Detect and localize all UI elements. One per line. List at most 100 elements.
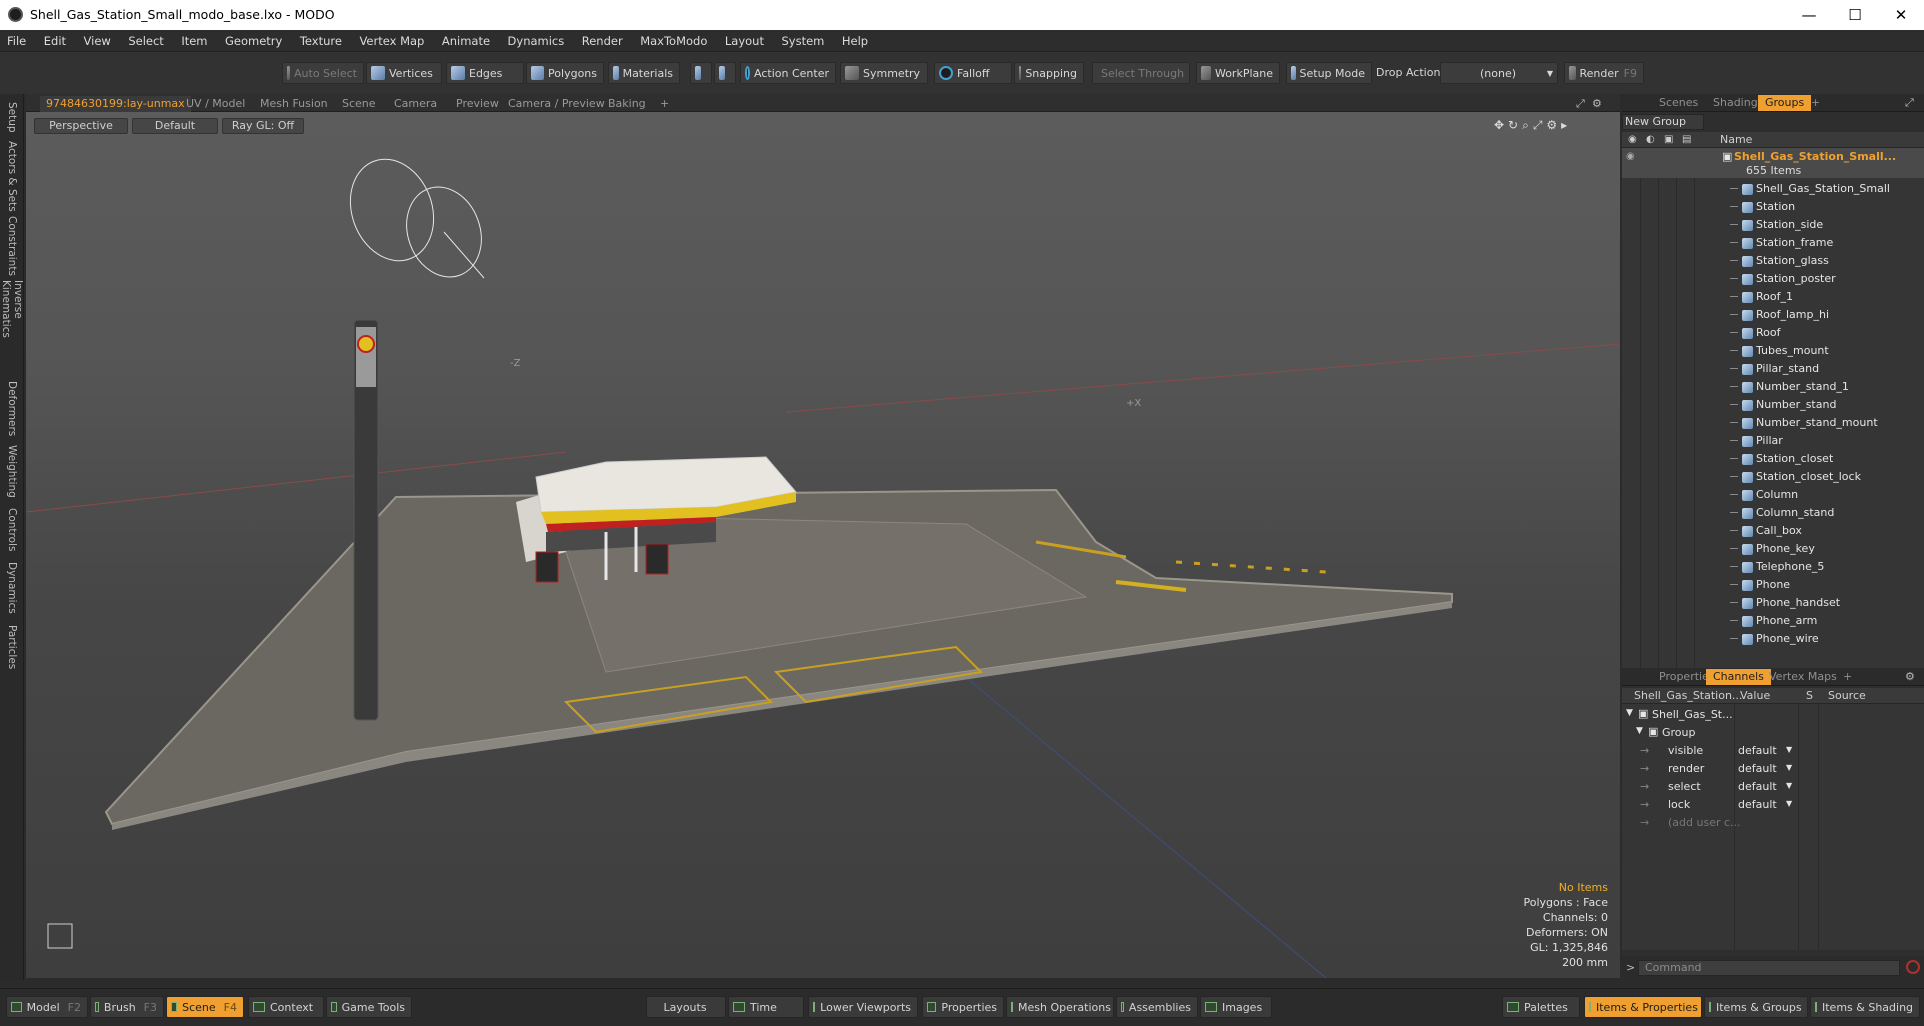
add-tab-button[interactable]: + <box>654 96 675 112</box>
vtab-setup[interactable]: Setup <box>2 98 22 136</box>
select-through-button[interactable]: Select Through <box>1092 62 1190 84</box>
render-toggle-icon[interactable]: ◐ <box>1646 134 1655 145</box>
list-item[interactable]: Station_side <box>1622 216 1924 234</box>
add-user-channel[interactable]: → (add user c... <box>1622 814 1924 832</box>
menu-help[interactable]: Help <box>835 30 875 52</box>
vtab-constraints[interactable]: Constraints <box>2 216 22 276</box>
channel-row-visible[interactable]: → visible default ▼ <box>1622 742 1924 760</box>
items-shading-button[interactable]: Items & Shading <box>1810 996 1920 1018</box>
images-button[interactable]: Images <box>1200 996 1272 1018</box>
add-tab-button[interactable]: + <box>1804 95 1827 111</box>
select-mode-b-button[interactable] <box>714 62 736 84</box>
channel-group-row[interactable]: ▼ ▣ Group <box>1622 724 1924 742</box>
properties-button[interactable]: Properties <box>922 996 1004 1018</box>
group-root-row[interactable]: ◉ ▣ Shell_Gas_Station_Small... 655 Items <box>1622 148 1924 178</box>
vtab-particles[interactable]: Particles <box>2 620 22 674</box>
channel-source-header[interactable]: Source <box>1828 689 1866 702</box>
tab-camera[interactable]: Camera <box>388 96 443 112</box>
menu-view[interactable]: View <box>77 30 118 52</box>
chevron-down-icon[interactable]: ▼ <box>1636 726 1643 736</box>
drop-action-select[interactable]: (none) ▼ <box>1440 62 1558 84</box>
materials-button[interactable]: Materials <box>608 62 680 84</box>
name-column-header[interactable]: Name <box>1720 133 1752 146</box>
vtab-controls[interactable]: Controls <box>2 504 22 556</box>
workplane-button[interactable]: WorkPlane <box>1196 62 1280 84</box>
menu-render[interactable]: Render <box>575 30 630 52</box>
mesh-operations-button[interactable]: Mesh Operations <box>1006 996 1114 1018</box>
vtab-dynamics[interactable]: Dynamics <box>2 560 22 616</box>
list-item[interactable]: Station_closet_lock <box>1622 468 1924 486</box>
menu-geometry[interactable]: Geometry <box>218 30 289 52</box>
list-item[interactable]: Phone_key <box>1622 540 1924 558</box>
list-item[interactable]: Roof <box>1622 324 1924 342</box>
tab-baking[interactable]: Baking <box>602 96 652 112</box>
chevron-down-icon[interactable]: ▼ <box>1786 745 1792 754</box>
menu-texture[interactable]: Texture <box>293 30 349 52</box>
layouts-button[interactable]: Layouts <box>646 996 726 1018</box>
render-button[interactable]: Render F9 <box>1564 62 1644 84</box>
list-item[interactable]: Telephone_5 <box>1622 558 1924 576</box>
menu-layout[interactable]: Layout <box>718 30 771 52</box>
setup-mode-button[interactable]: Setup Mode <box>1286 62 1372 84</box>
channel-row-select[interactable]: → select default ▼ <box>1622 778 1924 796</box>
snapping-button[interactable]: Snapping <box>1014 62 1084 84</box>
game-tools-layout-button[interactable]: Game Tools <box>326 996 412 1018</box>
edges-button[interactable]: Edges <box>446 62 524 84</box>
record-icon[interactable] <box>1906 960 1920 974</box>
tab-shading[interactable]: Shading <box>1706 95 1765 111</box>
time-button[interactable]: Time <box>728 996 804 1018</box>
channel-row-render[interactable]: → render default ▼ <box>1622 760 1924 778</box>
channel-root-row[interactable]: ▼ ▣ Shell_Gas_St... <box>1622 706 1924 724</box>
list-item[interactable]: Pillar <box>1622 432 1924 450</box>
action-center-button[interactable]: Action Center <box>740 62 836 84</box>
lower-viewports-button[interactable]: Lower Viewports <box>808 996 918 1018</box>
list-item[interactable]: Shell_Gas_Station_Small <box>1622 180 1924 198</box>
list-item[interactable]: Number_stand_mount <box>1622 414 1924 432</box>
minimize-button[interactable]: — <box>1786 0 1832 30</box>
close-button[interactable]: ✕ <box>1878 0 1924 30</box>
vertices-button[interactable]: Vertices <box>366 62 442 84</box>
menu-file[interactable]: File <box>0 30 33 52</box>
eye-icon[interactable]: ◉ <box>1626 151 1635 162</box>
command-input[interactable]: Command <box>1638 960 1900 976</box>
eye-icon[interactable]: ◉ <box>1628 134 1637 145</box>
menu-vertex-map[interactable]: Vertex Map <box>352 30 431 52</box>
model-layout-button[interactable]: Model F2 <box>6 996 88 1018</box>
list-item[interactable]: Tubes_mount <box>1622 342 1924 360</box>
falloff-button[interactable]: Falloff <box>934 62 1012 84</box>
select-toggle-icon[interactable]: ▤ <box>1682 134 1691 145</box>
list-item[interactable]: Pillar_stand <box>1622 360 1924 378</box>
tab-vertex-maps[interactable]: Vertex Maps <box>1762 669 1844 685</box>
context-layout-button[interactable]: Context <box>248 996 324 1018</box>
items-groups-button[interactable]: Items & Groups <box>1704 996 1808 1018</box>
tab-camera-preview[interactable]: Camera / Preview <box>502 96 611 112</box>
menu-edit[interactable]: Edit <box>37 30 73 52</box>
maximize-button[interactable]: ☐ <box>1832 0 1878 30</box>
select-mode-a-button[interactable] <box>690 62 712 84</box>
list-item[interactable]: Roof_lamp_hi <box>1622 306 1924 324</box>
list-item[interactable]: Phone_arm <box>1622 612 1924 630</box>
scene-layout-button[interactable]: Scene F4 <box>166 996 244 1018</box>
chevron-down-icon[interactable]: ▼ <box>1786 781 1792 790</box>
channel-row-lock[interactable]: → lock default ▼ <box>1622 796 1924 814</box>
items-properties-button[interactable]: Items & Properties <box>1584 996 1702 1018</box>
tab-preview[interactable]: Preview <box>450 96 505 112</box>
menu-maxtomodo[interactable]: MaxToModo <box>633 30 714 52</box>
gear-icon[interactable]: ⚙ <box>1898 669 1922 685</box>
list-item[interactable]: Call_box <box>1622 522 1924 540</box>
chevron-down-icon[interactable]: ▼ <box>1626 708 1633 718</box>
menu-item[interactable]: Item <box>174 30 214 52</box>
palettes-button[interactable]: Palettes <box>1502 996 1580 1018</box>
tab-uv-model[interactable]: UV / Model <box>180 96 251 112</box>
tab-mesh-fusion[interactable]: Mesh Fusion <box>254 96 334 112</box>
tab-scene[interactable]: Scene <box>336 96 382 112</box>
vtab-inverse-kinematics[interactable]: Inverse Kinematics <box>0 280 24 376</box>
list-item[interactable]: Station_poster <box>1622 270 1924 288</box>
channel-s-header[interactable]: S <box>1806 689 1813 702</box>
list-item[interactable]: Phone_wire <box>1622 630 1924 648</box>
vtab-deformers[interactable]: Deformers <box>2 380 22 438</box>
list-item[interactable]: Station_glass <box>1622 252 1924 270</box>
vtab-actors-sets[interactable]: Actors & Sets <box>2 140 22 212</box>
symmetry-button[interactable]: Symmetry <box>840 62 928 84</box>
channel-value-header[interactable]: Value <box>1740 689 1770 702</box>
